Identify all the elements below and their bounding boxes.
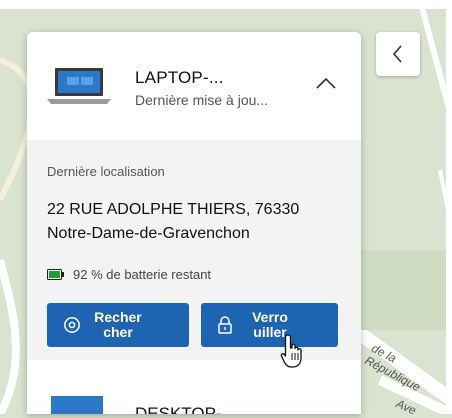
chevron-up-icon[interactable]	[315, 76, 337, 90]
find-label-line-2: cher	[103, 324, 133, 340]
lock-device-button[interactable]: Verro uiller	[201, 303, 338, 347]
device-divider	[27, 360, 361, 368]
window-right-border	[446, 0, 452, 414]
battery-text: 92 % de batterie restant	[73, 267, 212, 282]
device-last-update: Dernière mise à jou...	[135, 92, 269, 108]
next-device-header[interactable]: DESKTOP-...	[27, 368, 361, 414]
lock-label-line-1: Verro	[252, 309, 288, 325]
location-address: 22 RUE ADOLPHE THIERS, 76330 Notre-Dame-…	[47, 198, 347, 246]
hand-pointer-icon	[280, 334, 302, 368]
desktop-icon	[51, 396, 103, 414]
location-pin-icon	[63, 316, 81, 334]
chevron-left-icon	[392, 45, 402, 63]
window-top-border	[0, 0, 452, 9]
address-line-2: Notre-Dame-de-Gravenchon	[47, 225, 250, 242]
device-name: LAPTOP-...	[135, 68, 224, 87]
next-device-name: DESKTOP-...	[135, 404, 236, 414]
device-details: Dernière localisation 22 RUE ADOLPHE THI…	[27, 140, 361, 360]
battery-icon	[47, 269, 64, 280]
location-label: Dernière localisation	[47, 164, 165, 179]
lock-icon	[217, 316, 233, 334]
address-line-1: 22 RUE ADOLPHE THIERS, 76330	[47, 201, 300, 218]
back-button[interactable]	[376, 32, 420, 76]
battery-status: 92 % de batterie restant	[47, 267, 211, 282]
find-device-button[interactable]: Recher cher	[47, 303, 189, 347]
device-panel: LAPTOP-... Dernière mise à jou... Derniè…	[27, 32, 361, 414]
find-button-label: Recher cher	[89, 310, 147, 340]
find-label-line-1: Recher	[94, 309, 142, 325]
laptop-icon	[47, 68, 111, 104]
device-header[interactable]: LAPTOP-... Dernière mise à jou...	[27, 32, 361, 140]
